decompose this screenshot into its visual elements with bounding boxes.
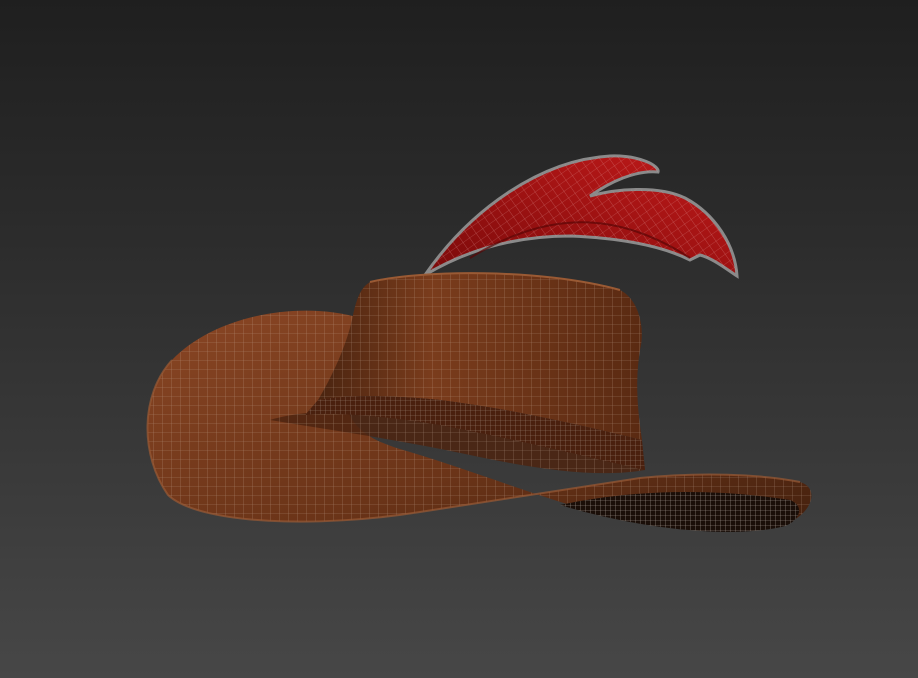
- viewport-canvas[interactable]: [0, 0, 918, 678]
- 3d-viewport[interactable]: [0, 0, 918, 678]
- feather[interactable]: [423, 154, 739, 279]
